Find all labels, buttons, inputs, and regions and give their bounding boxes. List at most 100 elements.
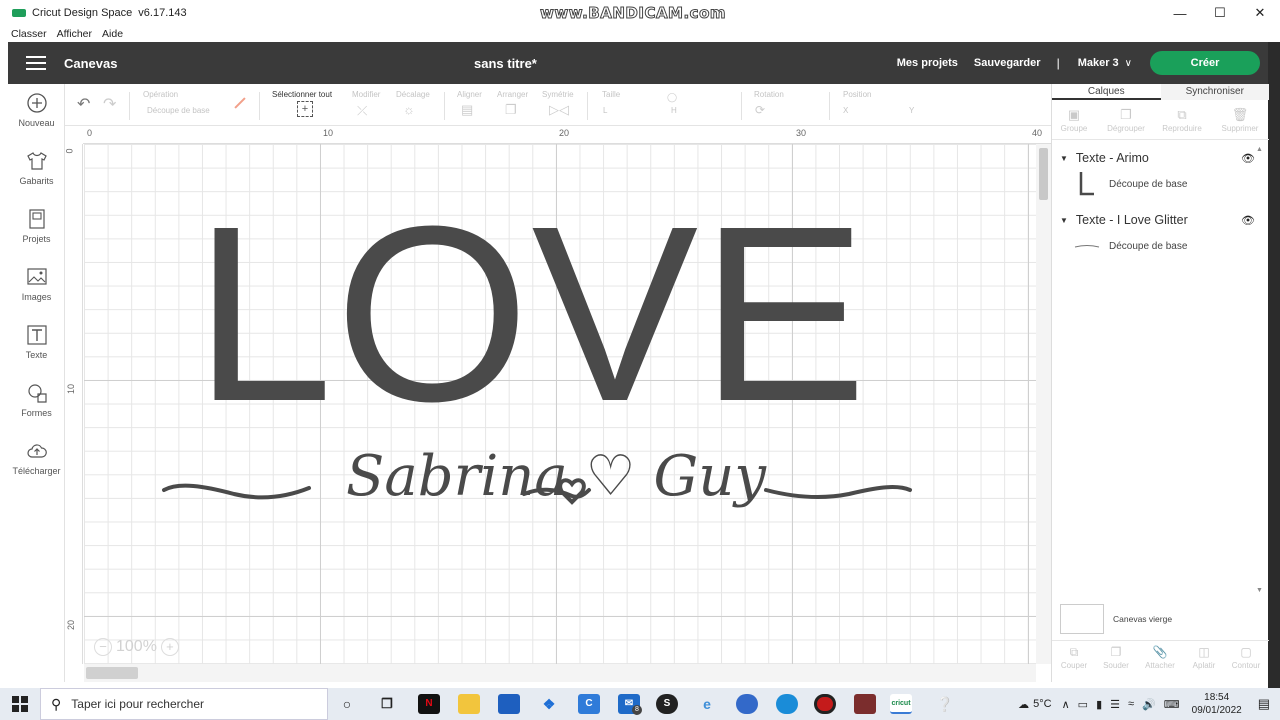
duplicate-button[interactable]: ⧉ Reproduire (1156, 106, 1208, 133)
sidebar-item-new[interactable]: Nouveau (8, 92, 65, 128)
cortana-icon[interactable]: ○ (336, 694, 358, 714)
flatten-button[interactable]: ◫ Aplatir (1182, 645, 1226, 670)
attach-button[interactable]: 📎 Attacher (1138, 645, 1182, 670)
sidebar-item-projects[interactable]: Projets (8, 208, 65, 244)
scrollbar-thumb[interactable] (86, 667, 138, 679)
menu-aide[interactable]: Aide (102, 28, 123, 40)
usb-icon[interactable]: ▭ (1078, 698, 1088, 711)
netflix-icon[interactable]: N (418, 694, 440, 714)
operation-select[interactable]: Découpe de base (147, 106, 210, 115)
zoom-out-button[interactable]: − (94, 638, 112, 656)
slice-button[interactable]: ⧉ Couper (1052, 645, 1096, 670)
hamburger-menu-icon[interactable] (26, 52, 46, 74)
blank-canvas-swatch[interactable] (1060, 604, 1104, 634)
weld-button[interactable]: ❐ Souder (1094, 645, 1138, 670)
script-names-text[interactable]: Sabrina ♡ Guy (306, 444, 806, 509)
menu-afficher[interactable]: Afficher (57, 28, 92, 40)
layer-group-ilove-glitter[interactable]: ▼ Texte - I Love Glitter 👁 Découpe de ba… (1052, 210, 1269, 264)
size-height-input[interactable]: H (671, 106, 677, 115)
minimize-button[interactable]: — (1160, 0, 1200, 26)
app-icon-blue[interactable]: C (578, 694, 600, 714)
horizontal-scrollbar[interactable] (84, 664, 1036, 682)
battery-icon[interactable]: ▮ (1096, 698, 1102, 711)
size-width-input[interactable]: L (603, 106, 607, 115)
weather-icon[interactable]: ☁ (1018, 698, 1029, 711)
tab-sync[interactable]: Synchroniser (1161, 84, 1270, 100)
ungroup-button[interactable]: ❐ Dégrouper (1100, 106, 1152, 133)
position-y-input[interactable]: Y (909, 106, 914, 115)
lock-icon[interactable]: ◯ (667, 92, 677, 103)
tray-chevron-icon[interactable]: ∧ (1062, 698, 1070, 711)
create-button[interactable]: Créer (1150, 51, 1260, 75)
network-icon[interactable]: ☰ (1110, 698, 1120, 711)
contour-button[interactable]: ▢ Contour (1224, 645, 1268, 670)
symmetry-label[interactable]: Symétrie (542, 90, 574, 99)
modify-label[interactable]: Modifier (352, 90, 380, 99)
notifications-icon[interactable]: ▤ (1258, 696, 1270, 712)
skype-icon[interactable]: S (656, 694, 678, 714)
internet-explorer-icon[interactable]: e (696, 694, 718, 714)
tab-layers[interactable]: Calques (1052, 84, 1161, 100)
keyboard-icon[interactable]: ⌨ (1164, 698, 1180, 711)
sidebar-item-text[interactable]: Texte (8, 324, 65, 360)
align-icon[interactable]: ▤ (461, 102, 473, 118)
layer-row[interactable]: Découpe de base (1052, 230, 1269, 264)
cricut-taskbar-icon[interactable]: cricut (890, 694, 912, 714)
scroll-up-arrow-icon[interactable]: ▲ (1256, 146, 1263, 153)
align-label[interactable]: Aligner (457, 90, 482, 99)
chrome-like-icon[interactable] (736, 694, 758, 714)
offset-icon[interactable]: ☼ (403, 102, 415, 117)
machine-selector[interactable]: Maker 3 (1078, 57, 1119, 69)
collapse-triangle-icon[interactable]: ▼ (1060, 216, 1068, 225)
scroll-down-arrow-icon[interactable]: ▼ (1256, 587, 1263, 594)
chevron-down-icon[interactable]: ∨ (1125, 58, 1132, 69)
help-icon[interactable]: ❔ (934, 694, 956, 714)
edit-toolbar: ↶ ↷ Opération Découpe de base Sélectionn… (65, 84, 1051, 126)
undo-icon[interactable]: ↶ (77, 94, 90, 114)
redo-icon[interactable]: ↷ (103, 94, 116, 114)
save-button[interactable]: Sauvegarder (974, 57, 1041, 69)
collapse-triangle-icon[interactable]: ▼ (1060, 154, 1068, 163)
file-explorer-icon[interactable] (458, 694, 480, 714)
layer-row[interactable]: Découpe de base (1052, 168, 1269, 202)
clock[interactable]: 18:54 09/01/2022 (1192, 691, 1242, 717)
winrar-icon[interactable] (854, 694, 876, 714)
eye-icon[interactable]: 👁 (1241, 152, 1255, 165)
close-button[interactable]: ✕ (1240, 0, 1280, 26)
store-icon[interactable] (498, 694, 520, 714)
panel-scrollbar[interactable]: ▲ ▼ (1256, 146, 1264, 594)
offset-label[interactable]: Décalage (396, 90, 430, 99)
select-all-icon[interactable]: + (297, 101, 313, 117)
delete-button[interactable]: 🗑 Supprimer (1214, 106, 1266, 133)
modify-icon[interactable]: ⤫ (357, 103, 367, 119)
arrange-icon[interactable]: ❐ (505, 102, 517, 118)
position-x-input[interactable]: X (843, 106, 848, 115)
wifi-icon[interactable]: ≈ (1128, 698, 1134, 710)
sidebar-item-images[interactable]: Images (8, 266, 65, 302)
menu-classer[interactable]: Classer (11, 28, 47, 40)
rotation-icon[interactable]: ⟳ (755, 103, 765, 117)
script-swash[interactable] (84, 144, 1036, 664)
task-view-icon[interactable]: ❐ (376, 694, 398, 714)
record-icon[interactable] (814, 694, 836, 714)
start-button[interactable] (0, 688, 40, 720)
dropbox-icon[interactable]: ❖ (538, 694, 560, 714)
arrange-label[interactable]: Arranger (497, 90, 528, 99)
sidebar-item-shapes[interactable]: Formes (8, 382, 65, 418)
sidebar-item-upload[interactable]: Télécharger (8, 440, 65, 476)
vertical-scrollbar[interactable] (1036, 144, 1051, 664)
my-projects-link[interactable]: Mes projets (897, 57, 958, 69)
maximize-button[interactable]: ☐ (1200, 0, 1240, 26)
scrollbar-thumb[interactable] (1039, 148, 1048, 200)
volume-icon[interactable]: 🔊 (1142, 698, 1156, 711)
group-button[interactable]: ▣ Groupe (1048, 106, 1100, 133)
design-canvas[interactable]: LOVE Sabrina ♡ Guy (84, 144, 1036, 664)
symmetry-icon[interactable]: ▷◁ (549, 102, 569, 118)
layer-group-arimo[interactable]: ▼ Texte - Arimo 👁 Découpe de base (1052, 148, 1269, 202)
eye-icon[interactable]: 👁 (1241, 214, 1255, 227)
sidebar-item-templates[interactable]: Gabarits (8, 150, 65, 186)
taskbar-search[interactable]: ⚲ Taper ici pour rechercher (40, 688, 328, 720)
zoom-in-button[interactable]: + (160, 638, 179, 656)
select-all-label[interactable]: Sélectionner tout (272, 90, 332, 99)
edge-icon[interactable] (776, 694, 798, 714)
